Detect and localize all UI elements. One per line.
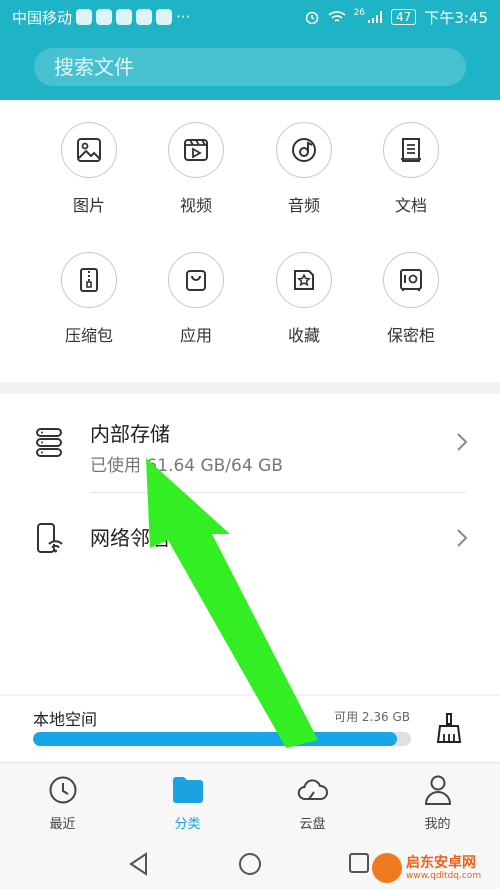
category-audio[interactable]: 音频	[250, 122, 358, 216]
internal-storage-row[interactable]: 内部存储 已使用 61.64 GB/64 GB	[0, 394, 500, 490]
notification-icon	[96, 9, 113, 25]
back-icon[interactable]	[128, 852, 150, 876]
tab-mine[interactable]: 我的	[375, 763, 500, 841]
signal-badge: 26	[353, 8, 366, 18]
storage-progress-bar	[33, 732, 411, 746]
category-grid: 图片 视频 音频 文档 压缩包 应用 收藏 保密柜	[0, 100, 500, 382]
internal-storage-title: 内部存储	[90, 422, 170, 446]
tab-recent[interactable]: 最近	[0, 763, 125, 841]
storage-list: 内部存储 已使用 61.64 GB/64 GB 网络邻居	[0, 394, 500, 694]
person-icon	[424, 775, 451, 805]
category-label: 应用	[179, 326, 212, 345]
clock-text: 下午3:45	[424, 8, 488, 27]
video-icon	[184, 139, 208, 161]
watermark-url: www.qdltdq.com	[406, 870, 482, 881]
local-space-title: 本地空间	[33, 710, 98, 729]
category-videos[interactable]: 视频	[142, 122, 250, 216]
local-space-available: 可用 2.36 GB	[334, 710, 410, 724]
archive-icon	[80, 268, 98, 292]
watermark: 启东安卓网 www.qdltdq.com	[372, 850, 500, 886]
image-icon	[77, 138, 101, 162]
tab-label: 最近	[49, 817, 76, 832]
category-apps[interactable]: 应用	[142, 252, 250, 346]
more-notifications: ···	[176, 8, 191, 26]
category-label: 收藏	[287, 326, 320, 345]
cloud-icon	[297, 779, 328, 800]
signal-icon	[368, 11, 383, 23]
tab-cloud[interactable]: 云盘	[250, 763, 375, 841]
storage-progress-fill	[33, 732, 397, 746]
category-label: 保密柜	[386, 326, 435, 345]
tab-label: 云盘	[299, 817, 326, 832]
category-label: 压缩包	[64, 326, 113, 345]
alarm-icon	[305, 11, 318, 25]
tab-label: 分类	[174, 817, 201, 832]
notification-icon	[76, 9, 93, 25]
status-bar: 中国移动 ··· 26 47 下午3:45	[0, 0, 500, 34]
network-neighbors-row[interactable]: 网络邻居	[0, 490, 500, 586]
notification-icon	[136, 9, 153, 25]
notification-icon	[116, 9, 133, 25]
folder-icon	[172, 777, 203, 803]
network-neighbors-title: 网络邻居	[90, 526, 170, 550]
notification-icon	[156, 9, 173, 25]
battery-indicator: 47	[391, 9, 417, 25]
category-documents[interactable]: 文档	[357, 122, 465, 216]
safe-icon	[400, 269, 422, 291]
app-bag-icon	[186, 270, 206, 291]
bottom-tab-bar: 最近 分类 云盘 我的	[0, 762, 500, 840]
category-label: 文档	[394, 196, 427, 215]
category-safe[interactable]: 保密柜	[357, 252, 465, 346]
category-favorites[interactable]: 收藏	[250, 252, 358, 346]
category-images[interactable]: 图片	[35, 122, 143, 216]
star-icon	[294, 270, 314, 290]
carrier-text: 中国移动	[12, 8, 73, 27]
category-archives[interactable]: 压缩包	[35, 252, 143, 346]
audio-icon	[292, 138, 316, 162]
category-label: 音频	[287, 196, 320, 215]
storage-icon	[36, 428, 62, 457]
broom-clean-icon[interactable]	[434, 712, 464, 744]
clock-icon	[49, 776, 76, 804]
wifi-icon	[328, 11, 346, 22]
internal-storage-usage: 已使用 61.64 GB/64 GB	[90, 456, 283, 476]
watermark-name: 启东安卓网	[406, 854, 476, 871]
network-phone-icon	[37, 523, 63, 553]
tab-label: 我的	[424, 817, 451, 832]
local-space-panel: 本地空间 可用 2.36 GB	[0, 696, 500, 762]
search-input[interactable]: 搜索文件	[34, 48, 466, 86]
recents-icon[interactable]	[348, 852, 370, 874]
chevron-right-icon	[457, 529, 468, 547]
home-icon[interactable]	[238, 852, 262, 876]
category-label: 图片	[72, 196, 105, 215]
app-header: 中国移动 ··· 26 47 下午3:45 搜索文件	[0, 0, 500, 100]
category-label: 视频	[179, 196, 212, 215]
document-icon	[401, 138, 421, 162]
tab-categories[interactable]: 分类	[125, 763, 250, 841]
watermark-logo-icon	[372, 853, 402, 883]
chevron-right-icon	[457, 433, 468, 451]
